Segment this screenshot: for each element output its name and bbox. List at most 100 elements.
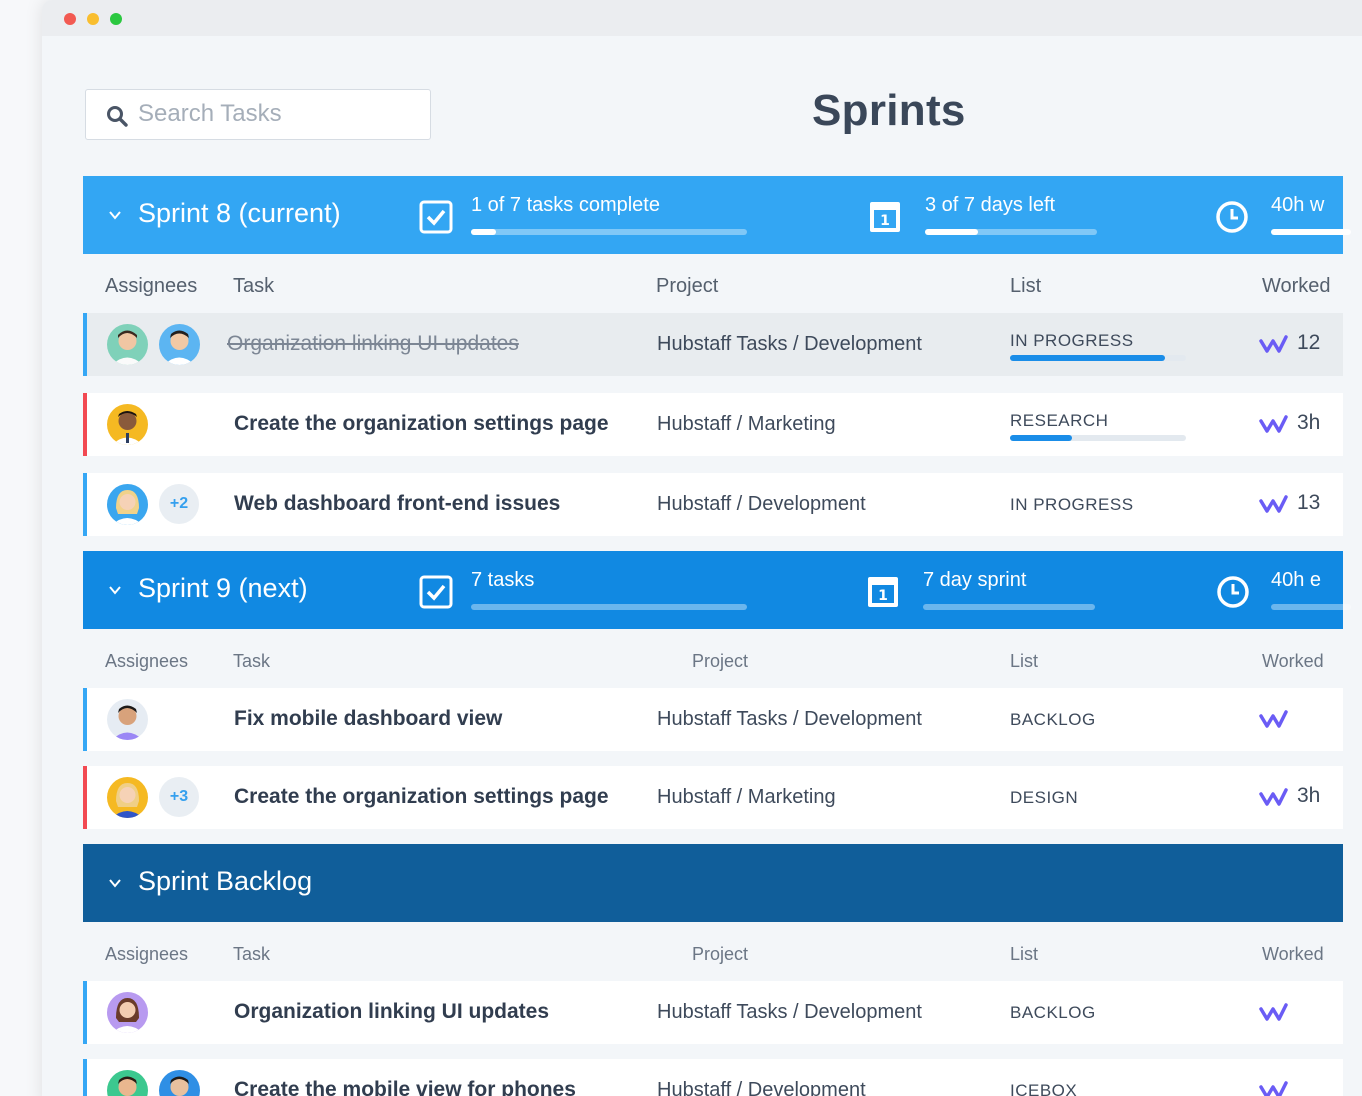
hours-label: 40h e	[1271, 569, 1322, 591]
search-icon	[107, 106, 128, 127]
column-assignees[interactable]: Assignees	[105, 651, 188, 672]
column-task[interactable]: Task	[233, 944, 270, 965]
table-row[interactable]: +2 Web dashboard front-end issues Hubsta…	[83, 473, 1343, 536]
avatar	[159, 1070, 200, 1096]
table-row[interactable]: Fix mobile dashboard view Hubstaff Tasks…	[83, 688, 1343, 751]
sprint-9-column-headers: Assignees Task Project List Worked	[83, 631, 1343, 691]
task-list[interactable]: ICEBOX	[1010, 1081, 1077, 1096]
task-project: Hubstaff Tasks / Development	[657, 1001, 922, 1023]
sprint-name: Sprint 9 (next)	[138, 573, 308, 603]
clock-icon	[1216, 201, 1248, 233]
search-placeholder: Search Tasks	[138, 100, 282, 127]
sprint-8-column-headers: Assignees Task Project List Worked	[83, 255, 1343, 315]
days-metric: 1 3 of 7 days left	[868, 176, 1168, 254]
task-name[interactable]: Create the organization settings page	[234, 412, 609, 436]
worked-time: 3h	[1297, 784, 1321, 807]
column-assignees[interactable]: Assignees	[105, 275, 197, 298]
hours-progress-bar	[1271, 229, 1351, 235]
days-label: 3 of 7 days left	[925, 194, 1056, 216]
tasks-metric: 7 tasks	[419, 551, 749, 629]
avatar	[107, 324, 148, 365]
column-worked[interactable]: Worked	[1262, 651, 1324, 672]
column-assignees[interactable]: Assignees	[105, 944, 188, 965]
backlog-column-headers: Assignees Task Project List Worked	[83, 924, 1343, 984]
hours-metric: 40h w	[1215, 176, 1351, 254]
tasks-metric: 1 of 7 tasks complete	[419, 176, 749, 254]
avatar	[107, 404, 148, 445]
more-assignees-badge[interactable]: +3	[159, 777, 199, 817]
svg-text:1: 1	[878, 588, 888, 604]
svg-text:1: 1	[880, 213, 890, 229]
task-name[interactable]: Organization linking UI updates	[227, 332, 519, 356]
task-list[interactable]: BACKLOG	[1010, 710, 1096, 730]
avatar	[107, 699, 148, 740]
sprint-8-header[interactable]: Sprint 8 (current) 1 of 7 tasks complete…	[83, 176, 1351, 254]
list-progress-bar	[1010, 355, 1186, 361]
search-input[interactable]: Search Tasks	[85, 89, 431, 140]
activity-icon	[1259, 1081, 1288, 1096]
title-bar	[42, 0, 1362, 36]
column-project[interactable]: Project	[692, 651, 748, 672]
checkbox-icon	[419, 200, 453, 234]
clock-icon	[1217, 576, 1249, 608]
column-list[interactable]: List	[1010, 275, 1041, 298]
tasks-progress-bar	[471, 604, 747, 610]
days-label: 7 day sprint	[923, 569, 1027, 591]
chevron-down-icon[interactable]	[107, 207, 123, 223]
column-project[interactable]: Project	[656, 275, 718, 298]
task-project: Hubstaff / Marketing	[657, 413, 836, 435]
task-list[interactable]: IN PROGRESS	[1010, 331, 1134, 351]
chevron-down-icon[interactable]	[107, 582, 123, 598]
tasks-label: 1 of 7 tasks complete	[471, 194, 660, 216]
task-name[interactable]: Web dashboard front-end issues	[234, 492, 560, 516]
maximize-window-button[interactable]	[110, 13, 122, 25]
worked-time: 3h	[1297, 411, 1321, 434]
activity-icon	[1259, 335, 1288, 353]
activity-icon	[1259, 415, 1288, 433]
more-assignees-badge[interactable]: +2	[159, 484, 199, 524]
hours-label: 40h w	[1271, 194, 1325, 216]
column-worked[interactable]: Worked	[1262, 944, 1324, 965]
avatar	[107, 1070, 148, 1096]
worked-time: 12	[1297, 331, 1321, 354]
column-list[interactable]: List	[1010, 651, 1038, 672]
tasks-progress-bar	[471, 229, 747, 235]
task-list[interactable]: BACKLOG	[1010, 1003, 1096, 1023]
sprint-9-header[interactable]: Sprint 9 (next) 7 tasks 1 7 day sprint 4…	[83, 551, 1351, 629]
task-list[interactable]: RESEARCH	[1010, 411, 1108, 431]
table-row[interactable]: Organization linking UI updates Hubstaff…	[83, 981, 1343, 1044]
task-project: Hubstaff / Marketing	[657, 786, 836, 808]
sprint-backlog-header[interactable]: Sprint Backlog	[83, 844, 1343, 922]
minimize-window-button[interactable]	[87, 13, 99, 25]
table-row[interactable]: Create the mobile view for phones Hubsta…	[83, 1059, 1343, 1096]
task-list[interactable]: DESIGN	[1010, 788, 1078, 808]
column-worked[interactable]: Worked	[1262, 275, 1331, 298]
table-row[interactable]: +3 Create the organization settings page…	[83, 766, 1343, 829]
checkbox-icon	[419, 575, 453, 609]
column-list[interactable]: List	[1010, 944, 1038, 965]
column-project[interactable]: Project	[692, 944, 748, 965]
column-task[interactable]: Task	[233, 275, 274, 298]
avatar	[107, 484, 148, 525]
task-name[interactable]: Organization linking UI updates	[234, 1000, 549, 1024]
avatar	[107, 992, 148, 1033]
activity-icon	[1259, 495, 1288, 513]
activity-icon	[1259, 788, 1288, 806]
table-row[interactable]: Organization linking UI updates Hubstaff…	[83, 313, 1343, 376]
task-name[interactable]: Create the organization settings page	[234, 785, 609, 809]
close-window-button[interactable]	[64, 13, 76, 25]
sprint-name: Sprint Backlog	[138, 866, 313, 896]
hours-metric: 40h e	[1216, 551, 1351, 629]
table-row[interactable]: Create the organization settings page Hu…	[83, 393, 1343, 456]
days-metric: 1 7 day sprint	[866, 551, 1166, 629]
worked-time: 13	[1297, 491, 1321, 514]
task-project: Hubstaff / Development	[657, 1079, 866, 1096]
task-project: Hubstaff Tasks / Development	[657, 333, 922, 355]
days-progress-bar	[923, 604, 1095, 610]
chevron-down-icon[interactable]	[107, 875, 123, 891]
column-task[interactable]: Task	[233, 651, 270, 672]
calendar-icon: 1	[870, 202, 900, 232]
task-name[interactable]: Create the mobile view for phones	[234, 1078, 576, 1096]
task-name[interactable]: Fix mobile dashboard view	[234, 707, 502, 731]
task-list[interactable]: IN PROGRESS	[1010, 495, 1134, 515]
